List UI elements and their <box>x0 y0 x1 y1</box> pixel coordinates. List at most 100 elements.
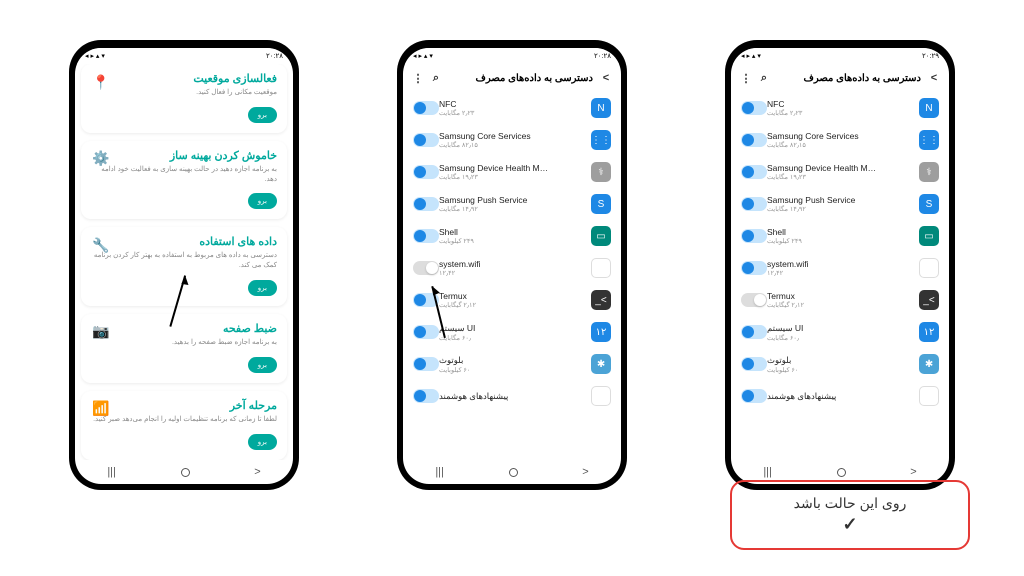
app-icon: ۱۲ <box>919 322 939 342</box>
app-row[interactable]: ◈ پیشنهادهای هوشمند <box>737 380 943 412</box>
more-icon[interactable]: ⋮ <box>413 73 423 83</box>
home-icon[interactable] <box>509 468 518 477</box>
back-icon[interactable]: > <box>601 73 611 83</box>
app-subtitle: ۶۰٫ مگابایت <box>767 334 799 342</box>
app-subtitle: ۱۴٫۹۲ مگابایت <box>767 205 806 213</box>
status-icons-left: ◂ ▸ ▴ ▾ <box>85 52 105 60</box>
go-button[interactable]: برو <box>248 434 277 450</box>
recents-icon[interactable]: ||| <box>435 466 444 478</box>
usage-access-toggle[interactable] <box>741 229 767 243</box>
app-list-3: N NFC ۲٫۲۳ مگابایت ⋮⋮ Samsung Core Servi… <box>731 92 949 460</box>
app-name: پیشنهادهای هوشمند <box>767 391 836 402</box>
usage-access-toggle[interactable] <box>413 197 439 211</box>
back-icon[interactable]: > <box>929 73 939 83</box>
app-list-2: N NFC ۲٫۲۳ مگابایت ⋮⋮ Samsung Core Servi… <box>403 92 621 460</box>
status-bar: ◂ ▸ ▴ ▾ ۲۰:۲۸ <box>403 48 621 64</box>
settings-header: > دسترسی به داده‌های مصرف ⌕ ⋮ <box>731 64 949 92</box>
more-icon[interactable]: ⋮ <box>741 73 751 83</box>
back-icon[interactable]: > <box>910 466 916 478</box>
app-name: بلوتوث <box>767 355 791 366</box>
app-row[interactable]: ⚕ Samsung Device Health Mana.. ۱۹٫۲۳ مگا… <box>409 156 615 188</box>
card-desc: لطفا تا زمانی که برنامه تنظیمات اولیه را… <box>91 415 277 425</box>
app-row[interactable]: ۱۲ سیستم UI ۶۰٫ مگابایت <box>409 316 615 348</box>
go-button[interactable]: برو <box>248 107 277 123</box>
app-name: system.wifi <box>439 259 481 269</box>
app-subtitle: ۲٫۲۳ مگابایت <box>767 109 802 117</box>
phone-mock-2: ◂ ▸ ▴ ▾ ۲۰:۲۸ > دسترسی به داده‌های مصرف … <box>397 40 627 490</box>
app-name: Samsung Core Services <box>767 131 859 141</box>
usage-access-toggle[interactable] <box>741 101 767 115</box>
app-row[interactable]: ⋮⋮ Samsung Core Services ۸۲٫۱۵ مگابایت <box>409 124 615 156</box>
go-button[interactable]: برو <box>248 193 277 209</box>
app-icon: ⋮⋮ <box>591 130 611 150</box>
usage-access-toggle[interactable] <box>413 133 439 147</box>
status-icons-left: ◂ ▸ ▴ ▾ <box>413 52 433 60</box>
usage-access-toggle[interactable] <box>413 101 439 115</box>
app-row[interactable]: >_ Termux ۲٫۱۲ گیگابایت <box>409 284 615 316</box>
app-row[interactable]: ▭ Shell ۲۴۹ کیلوبایت <box>409 220 615 252</box>
app-row[interactable]: ◈ پیشنهادهای هوشمند <box>409 380 615 412</box>
usage-access-toggle[interactable] <box>741 293 767 307</box>
app-row[interactable]: N NFC ۲٫۲۳ مگابایت <box>409 92 615 124</box>
app-subtitle: ۱۲٫۴۲ <box>767 269 783 277</box>
app-row[interactable]: ✲ system.wifi ۱۲٫۴۲ <box>409 252 615 284</box>
app-row[interactable]: ⋮⋮ Samsung Core Services ۸۲٫۱۵ مگابایت <box>737 124 943 156</box>
usage-access-toggle[interactable] <box>741 325 767 339</box>
app-icon: ▭ <box>591 226 611 246</box>
usage-access-toggle[interactable] <box>413 261 439 275</box>
home-icon[interactable] <box>181 468 190 477</box>
usage-access-toggle[interactable] <box>413 325 439 339</box>
app-row[interactable]: ✲ system.wifi ۱۲٫۴۲ <box>737 252 943 284</box>
usage-access-toggle[interactable] <box>413 293 439 307</box>
search-icon[interactable]: ⌕ <box>759 73 769 83</box>
go-button[interactable]: برو <box>248 357 277 373</box>
app-icon: ✲ <box>919 258 939 278</box>
app-row[interactable]: ✱ بلوتوث ۶۰ کیلوبایت <box>409 348 615 380</box>
usage-access-toggle[interactable] <box>413 357 439 371</box>
app-subtitle: ۱۲٫۴۲ <box>439 269 455 277</box>
usage-access-toggle[interactable] <box>741 165 767 179</box>
card-title: فعالسازی موقعیت <box>91 72 277 85</box>
app-row[interactable]: ✱ بلوتوث ۶۰ کیلوبایت <box>737 348 943 380</box>
back-icon[interactable]: > <box>582 466 588 478</box>
app-icon: ◈ <box>591 386 611 406</box>
back-icon[interactable]: > <box>254 466 260 478</box>
go-button[interactable]: برو <box>248 280 277 296</box>
app-icon: >_ <box>591 290 611 310</box>
usage-access-toggle[interactable] <box>741 389 767 403</box>
card-icon: 🔧 <box>91 235 111 255</box>
app-subtitle: ۲٫۲۳ مگابایت <box>439 109 474 117</box>
usage-access-toggle[interactable] <box>741 357 767 371</box>
app-subtitle: ۲۴۹ کیلوبایت <box>767 237 802 245</box>
app-name: Samsung Device Health Mana.. <box>767 163 877 173</box>
card-title: داده های استفاده <box>91 235 277 248</box>
screen-3: ◂ ▸ ▴ ▾ ۲۰:۲۹ > دسترسی به داده‌های مصرف … <box>731 48 949 484</box>
app-row[interactable]: ۱۲ سیستم UI ۶۰٫ مگابایت <box>737 316 943 348</box>
app-row[interactable]: ▭ Shell ۲۴۹ کیلوبایت <box>737 220 943 252</box>
usage-access-toggle[interactable] <box>741 261 767 275</box>
usage-access-toggle[interactable] <box>741 197 767 211</box>
app-row[interactable]: N NFC ۲٫۲۳ مگابایت <box>737 92 943 124</box>
app-row[interactable]: >_ Termux ۲٫۱۲ گیگابایت <box>737 284 943 316</box>
usage-access-toggle[interactable] <box>413 165 439 179</box>
app-icon: ▭ <box>919 226 939 246</box>
app-name: Shell <box>767 227 786 237</box>
app-icon: N <box>591 98 611 118</box>
recents-icon[interactable]: ||| <box>763 466 772 478</box>
recents-icon[interactable]: ||| <box>107 466 116 478</box>
usage-access-toggle[interactable] <box>741 133 767 147</box>
usage-access-toggle[interactable] <box>413 389 439 403</box>
app-subtitle: ۶۰ کیلوبایت <box>767 366 798 374</box>
app-name: Termux <box>767 291 795 301</box>
search-icon[interactable]: ⌕ <box>431 73 441 83</box>
setup-card: 🔧 داده های استفاده دسترسی به داده های مر… <box>81 227 287 306</box>
app-icon: ⚕ <box>919 162 939 182</box>
status-time: ۲۰:۲۹ <box>922 52 939 60</box>
setup-card: 📶 مرحله آخر لطفا تا زمانی که برنامه تنظی… <box>81 391 287 460</box>
app-row[interactable]: S Samsung Push Service ۱۴٫۹۲ مگابایت <box>409 188 615 220</box>
home-icon[interactable] <box>837 468 846 477</box>
app-row[interactable]: ⚕ Samsung Device Health Mana.. ۱۹٫۲۳ مگا… <box>737 156 943 188</box>
usage-access-toggle[interactable] <box>413 229 439 243</box>
annotation-callout: روی این حالت باشد ✓ <box>730 480 970 550</box>
app-row[interactable]: S Samsung Push Service ۱۴٫۹۲ مگابایت <box>737 188 943 220</box>
